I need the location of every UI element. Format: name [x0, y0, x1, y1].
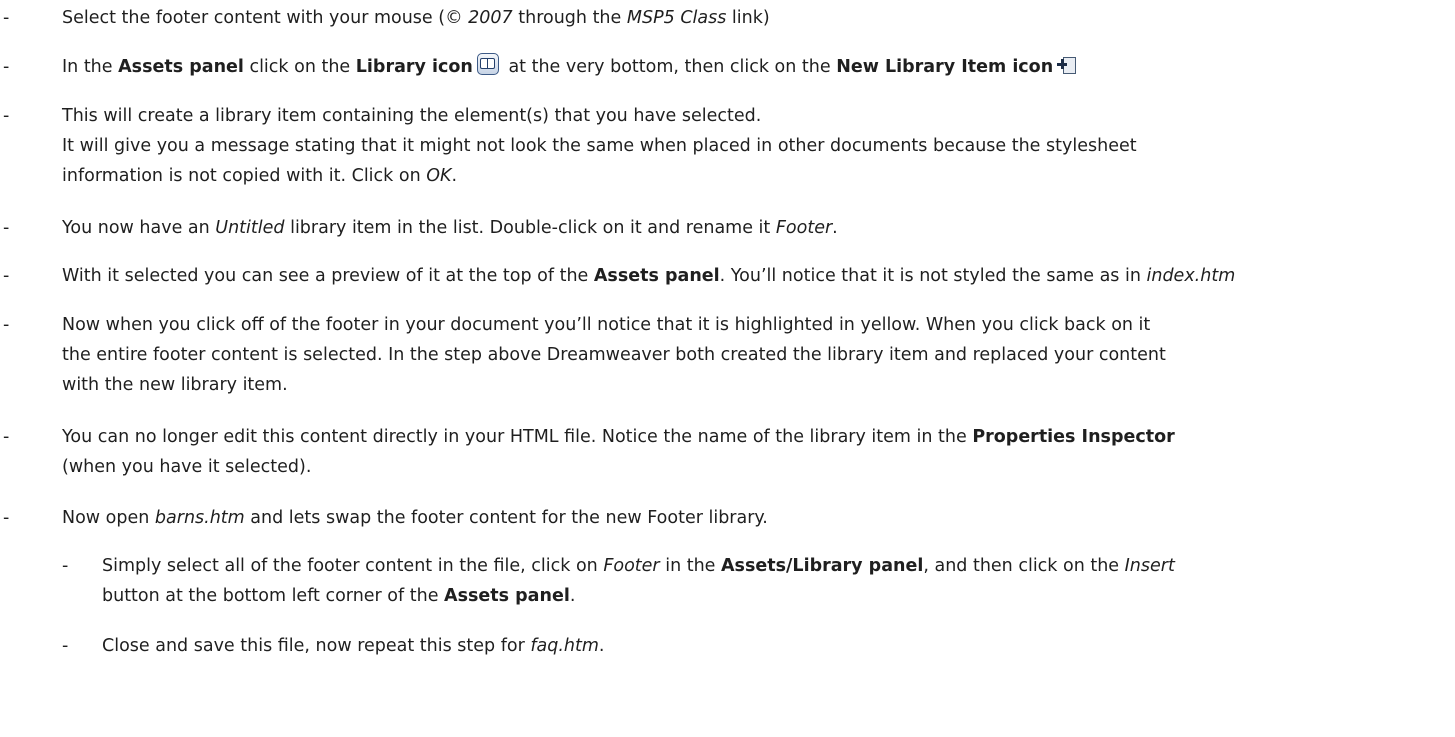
bullet-dash: - [3, 315, 10, 335]
bullet-dash: - [3, 106, 10, 126]
bullet-dash: - [3, 8, 10, 28]
bullet-dash: - [3, 427, 10, 447]
bullet-dash: - [3, 57, 10, 77]
bullet-dash: - [3, 266, 10, 286]
bullet-dash: - [62, 636, 69, 656]
bullet-dash: - [62, 556, 69, 576]
library-icon [476, 53, 499, 75]
bullet-dash: - [3, 218, 10, 238]
new-library-item-icon [1057, 55, 1077, 75]
bullet-dash: - [3, 508, 10, 528]
